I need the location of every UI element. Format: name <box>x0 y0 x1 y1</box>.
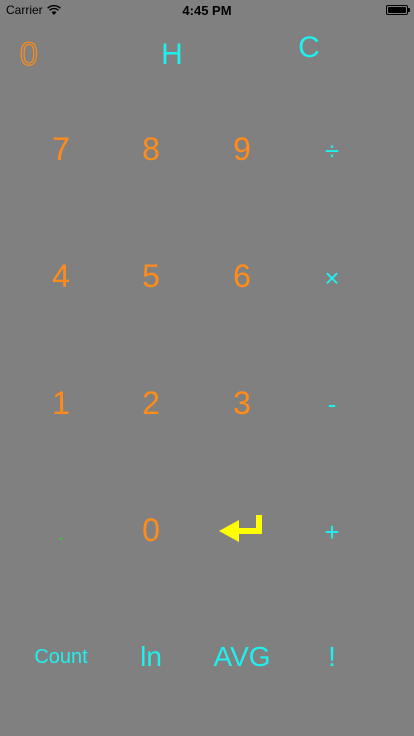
key-0[interactable]: 0 <box>111 505 191 555</box>
subtract-button[interactable]: - <box>292 379 372 429</box>
avg-button[interactable]: AVG <box>202 632 282 682</box>
key-9[interactable]: 9 <box>202 124 282 174</box>
result-display: 0 <box>19 35 38 72</box>
key-5[interactable]: 5 <box>111 251 191 301</box>
status-time: 4:45 PM <box>182 3 232 18</box>
decimal-button[interactable]: . <box>21 508 101 558</box>
calculator-screen: Carrier 4:45 PM 0 H C 7 8 9 ÷ 4 5 6 × 1 … <box>0 0 414 736</box>
battery-fill <box>388 7 406 13</box>
h-button[interactable]: H <box>152 37 192 73</box>
divide-button[interactable]: ÷ <box>292 126 372 176</box>
battery-icon <box>386 5 410 15</box>
key-2[interactable]: 2 <box>111 378 191 428</box>
ln-button[interactable]: ln <box>111 632 191 682</box>
key-1[interactable]: 1 <box>21 378 101 428</box>
key-7[interactable]: 7 <box>21 124 101 174</box>
status-bar: Carrier 4:45 PM <box>0 0 414 20</box>
factorial-button[interactable]: ! <box>292 632 372 682</box>
count-button[interactable]: Count <box>21 632 101 682</box>
key-3[interactable]: 3 <box>202 378 282 428</box>
clear-button[interactable]: C <box>289 30 329 66</box>
enter-button[interactable] <box>202 505 282 555</box>
enter-icon <box>219 515 262 542</box>
key-4[interactable]: 4 <box>21 251 101 301</box>
add-button[interactable]: + <box>292 507 372 557</box>
multiply-button[interactable]: × <box>292 253 372 303</box>
key-6[interactable]: 6 <box>202 251 282 301</box>
key-8[interactable]: 8 <box>111 124 191 174</box>
